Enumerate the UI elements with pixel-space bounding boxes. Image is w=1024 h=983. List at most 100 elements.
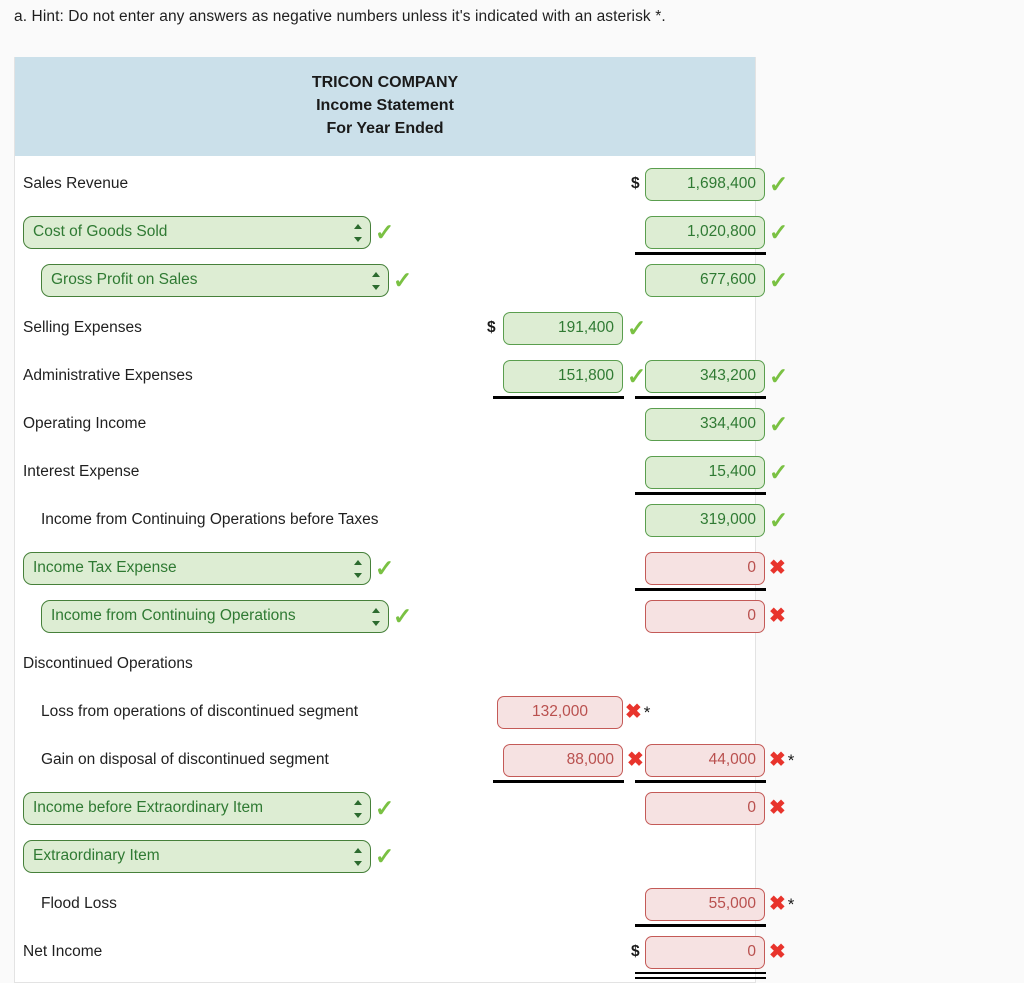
amount-cell-right: 55,000: [645, 888, 765, 921]
incorrect-cross-icon-right: ✖: [769, 797, 786, 819]
incorrect-cross-icon-right: ✖: [769, 557, 786, 579]
subtotal-rule-right: [635, 588, 766, 591]
amount-input-administrative-expenses-mid[interactable]: 151,800: [503, 360, 623, 393]
account-select-value-gross-profit-on-sales[interactable]: Gross Profit on Sales: [41, 264, 389, 297]
amount-input-interest-expense-right[interactable]: 15,400: [645, 456, 765, 489]
select-spinner-arrows-icon[interactable]: [354, 223, 363, 243]
statement-row: Selling Expenses $191,400 ✓: [15, 304, 755, 352]
statement-row: Income from Continuing Operations ✓ 0 ✖: [15, 592, 786, 640]
correct-check-icon-right: ✓: [769, 363, 789, 389]
dollar-sign-mid: $: [487, 319, 496, 336]
correct-check-icon-select: ✓: [375, 843, 395, 869]
account-select-income-tax-expense[interactable]: Income Tax Expense: [23, 552, 371, 585]
amount-cell-mid: 132,000: [497, 696, 623, 729]
correct-check-icon-right: ✓: [769, 411, 789, 437]
correct-check-icon-mid: ✓: [627, 363, 647, 389]
select-spinner-arrows-icon[interactable]: [372, 271, 381, 291]
amount-cell-right: 0: [645, 792, 765, 825]
amount-input-operating-income-right[interactable]: 334,400: [645, 408, 765, 441]
amount-input-selling-expenses-mid[interactable]: 191,400: [503, 312, 623, 345]
amount-input-gross-profit-on-sales-right[interactable]: 677,600: [645, 264, 765, 297]
statement-row: Net Income $0 ✖: [15, 928, 786, 979]
amount-cell-right: 1,020,800: [645, 216, 765, 249]
row-label-operating-income: Operating Income: [23, 415, 147, 432]
amount-cell-right: 319,000: [645, 504, 765, 537]
amount-input-cost-of-goods-sold-right[interactable]: 1,020,800: [645, 216, 765, 249]
account-select-value-income-tax-expense[interactable]: Income Tax Expense: [23, 552, 371, 585]
dollar-sign-right: $: [631, 175, 640, 192]
statement-row: Income before Extraordinary Item ✓ 0 ✖: [15, 784, 786, 832]
amount-input-sales-revenue-right[interactable]: 1,698,400: [645, 168, 765, 201]
account-select-value-cost-of-goods-sold[interactable]: Cost of Goods Sold: [23, 216, 371, 249]
amount-input-income-continuing-before-taxes-right[interactable]: 319,000: [645, 504, 765, 537]
amount-cell-right: 44,000: [645, 744, 765, 777]
statement-row: Gain on disposal of discontinued segment…: [15, 736, 794, 784]
correct-check-icon-right: ✓: [769, 459, 789, 485]
account-select-income-before-extraordinary-item[interactable]: Income before Extraordinary Item: [23, 792, 371, 825]
asterisk-marker: *: [787, 751, 795, 770]
amount-cell-mid: 151,800: [503, 360, 623, 393]
subtotal-rule-mid: [493, 396, 624, 399]
select-spinner-arrows-icon[interactable]: [354, 799, 363, 819]
row-label-flood-loss: Flood Loss: [41, 895, 117, 912]
incorrect-cross-icon-mid: ✖: [627, 749, 644, 771]
amount-cell-right: 677,600: [645, 264, 765, 297]
amount-input-income-before-extraordinary-item-right[interactable]: 0: [645, 792, 765, 825]
asterisk-marker: *: [787, 895, 795, 914]
select-spinner-arrows-icon[interactable]: [372, 607, 381, 627]
statement-title: Income Statement: [316, 97, 454, 114]
amount-input-gain-on-disposal-discontinued-right[interactable]: 44,000: [645, 744, 765, 777]
amount-input-income-from-continuing-operations-right[interactable]: 0: [645, 600, 765, 633]
correct-check-icon-mid: ✓: [627, 315, 647, 341]
incorrect-cross-icon-mid: ✖ *: [625, 701, 651, 723]
row-label-discontinued-operations: Discontinued Operations: [23, 655, 193, 672]
account-select-value-income-before-extraordinary-item[interactable]: Income before Extraordinary Item: [23, 792, 371, 825]
incorrect-cross-icon-right: ✖: [769, 605, 786, 627]
account-select-cost-of-goods-sold[interactable]: Cost of Goods Sold: [23, 216, 371, 249]
amount-input-loss-from-operations-discontinued-mid[interactable]: 132,000: [497, 696, 623, 729]
select-spinner-arrows-icon[interactable]: [354, 559, 363, 579]
amount-input-net-income-right[interactable]: 0: [645, 936, 765, 969]
amount-input-gain-on-disposal-discontinued-mid[interactable]: 88,000: [503, 744, 623, 777]
account-select-gross-profit-on-sales[interactable]: Gross Profit on Sales: [41, 264, 389, 297]
company-name: TRICON COMPANY: [311, 74, 459, 91]
subtotal-rule-right: [635, 396, 766, 399]
row-label-selling-expenses: Selling Expenses: [23, 319, 142, 336]
amount-cell-right: 0: [645, 600, 765, 633]
statement-row: Loss from operations of discontinued seg…: [15, 688, 755, 736]
subtotal-rule-mid: [493, 780, 624, 783]
row-label-loss-from-operations-discontinued: Loss from operations of discontinued seg…: [41, 703, 359, 720]
correct-check-icon-right: ✓: [769, 171, 789, 197]
statement-row: Discontinued Operations: [15, 640, 755, 688]
incorrect-cross-icon-right: ✖: [769, 941, 786, 963]
row-label-sales-revenue: Sales Revenue: [23, 175, 129, 192]
subtotal-rule-right: [635, 252, 766, 255]
dollar-sign-right: $: [631, 943, 640, 960]
amount-input-income-tax-expense-right[interactable]: 0: [645, 552, 765, 585]
statement-header: TRICON COMPANY Income Statement For Year…: [15, 57, 755, 156]
amount-input-flood-loss-right[interactable]: 55,000: [645, 888, 765, 921]
correct-check-icon-select: ✓: [393, 603, 413, 629]
incorrect-cross-icon-right: ✖ *: [769, 893, 795, 915]
statement-row: Gross Profit on Sales ✓ 677,600 ✓: [15, 256, 788, 304]
incorrect-cross-icon-right: ✖ *: [769, 749, 795, 771]
amount-input-administrative-expenses-right[interactable]: 343,200: [645, 360, 765, 393]
amount-cell-right: 0: [645, 552, 765, 585]
statement-row: Cost of Goods Sold ✓ 1,020,800 ✓: [15, 208, 788, 256]
amount-cell-mid: 88,000: [503, 744, 623, 777]
subtotal-rule-right: [635, 492, 766, 495]
row-label-gain-on-disposal-discontinued: Gain on disposal of discontinued segment: [41, 751, 329, 768]
account-select-income-from-continuing-operations[interactable]: Income from Continuing Operations: [41, 600, 389, 633]
statement-row: Extraordinary Item ✓: [15, 832, 755, 880]
account-select-extraordinary-item[interactable]: Extraordinary Item: [23, 840, 371, 873]
correct-check-icon-select: ✓: [375, 219, 395, 245]
statement-row: Sales Revenue $1,698,400 ✓: [15, 160, 788, 208]
select-spinner-arrows-icon[interactable]: [354, 847, 363, 867]
account-select-value-extraordinary-item[interactable]: Extraordinary Item: [23, 840, 371, 873]
amount-cell-right: 343,200: [645, 360, 765, 393]
correct-check-icon-right: ✓: [769, 219, 789, 245]
amount-cell-right: 1,698,400: [645, 168, 765, 201]
account-select-value-income-from-continuing-operations[interactable]: Income from Continuing Operations: [41, 600, 389, 633]
correct-check-icon-select: ✓: [375, 795, 395, 821]
row-label-net-income: Net Income: [23, 943, 103, 960]
